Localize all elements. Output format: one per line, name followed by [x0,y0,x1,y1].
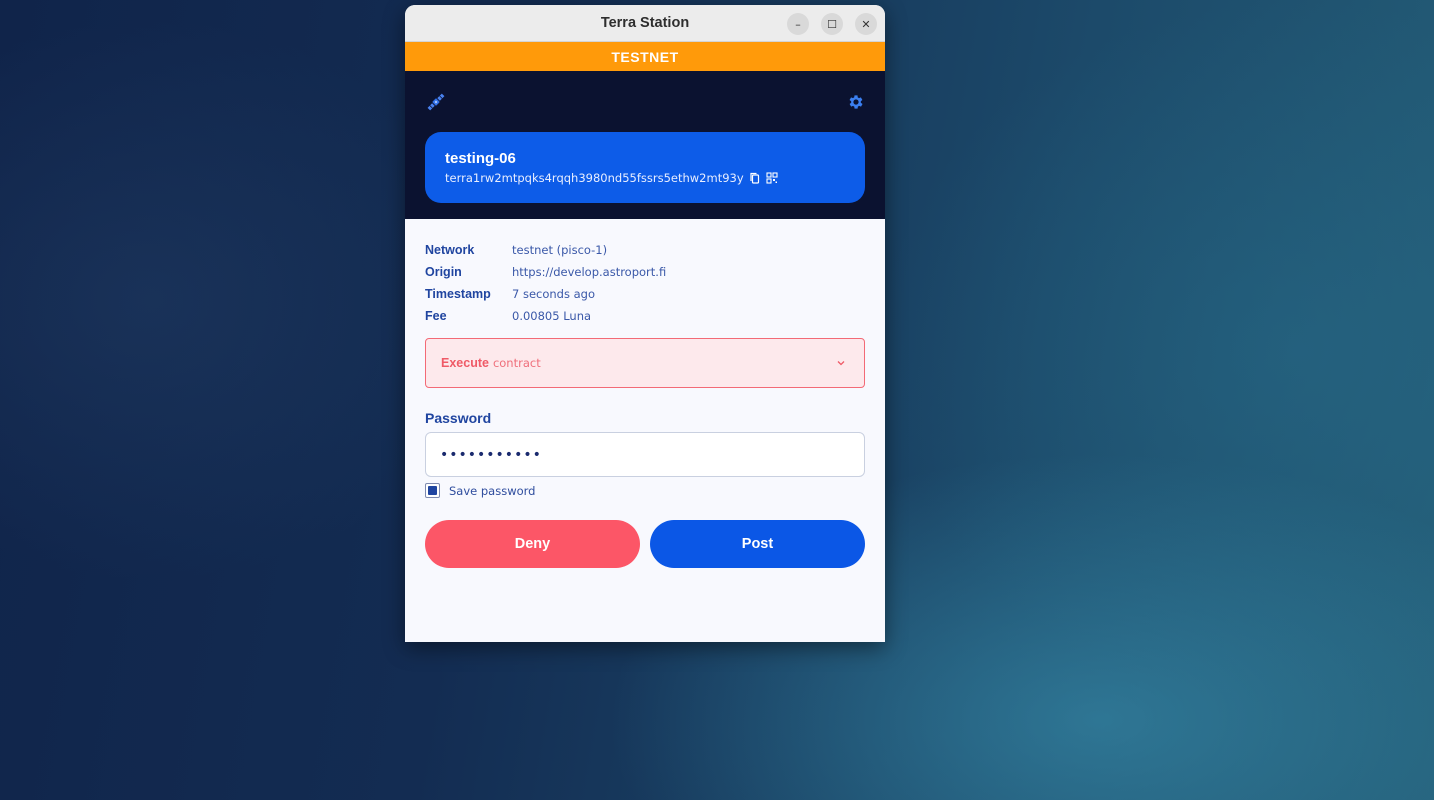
maximize-button[interactable]: ☐ [821,13,843,35]
wallet-address-row: terra1rw2mtpqks4rqqh3980nd55fssrs5ethw2m… [445,171,845,185]
tx-info-fee: Fee 0.00805 Luna [425,305,865,327]
minimize-button[interactable]: – [787,13,809,35]
wallet-header: testing-06 terra1rw2mtpqks4rqqh3980nd55f… [405,71,885,219]
wallet-name: testing-06 [445,150,516,167]
minimize-icon: – [795,17,801,31]
wallet-address: terra1rw2mtpqks4rqqh3980nd55fssrs5ethw2m… [445,171,744,185]
copy-icon[interactable] [749,172,761,184]
tx-info-list: Network testnet (pisco-1) Origin https:/… [425,239,865,327]
window-controls: – ☐ ✕ [787,13,877,35]
window-title: Terra Station [600,15,690,31]
origin-label: Origin [425,265,462,279]
deny-button[interactable]: Deny [425,520,640,568]
checkbox-check-mark [428,486,437,495]
gear-icon[interactable] [847,93,865,111]
network-banner: TESTNET [405,42,885,71]
password-input[interactable]: ••••••••••• [425,432,865,477]
title-bar[interactable]: Terra Station – ☐ ✕ [405,5,885,42]
close-button[interactable]: ✕ [855,13,877,35]
network-banner-label: TESTNET [611,48,679,65]
fee-label: Fee [425,309,447,323]
fee-value: 0.00805 Luna [512,309,592,323]
tx-info-timestamp: Timestamp 7 seconds ago [425,283,865,305]
save-password-checkbox[interactable] [425,483,440,498]
password-label: Password [425,410,492,426]
post-button[interactable]: Post [650,520,865,568]
message-type: Execute [441,356,489,370]
origin-value: https://develop.astroport.fi [512,265,667,279]
save-password-row: Save password [425,483,865,498]
timestamp-value: 7 seconds ago [512,287,596,301]
chevron-down-icon[interactable] [836,358,846,368]
close-icon: ✕ [861,17,871,31]
tx-content: Network testnet (pisco-1) Origin https:/… [405,219,885,568]
tx-info-network: Network testnet (pisco-1) [425,239,865,261]
terra-station-window: Terra Station – ☐ ✕ TESTNET testing-06 t… [405,5,885,642]
execute-contract-message[interactable]: Execute contract [425,338,865,388]
network-label: Network [425,243,475,257]
password-value: ••••••••••• [440,446,542,463]
qr-code-icon[interactable] [766,172,778,184]
network-value: testnet (pisco-1) [512,243,608,257]
action-buttons: Deny Post [425,520,865,568]
maximize-icon: ☐ [827,17,837,31]
timestamp-label: Timestamp [425,287,491,301]
message-subtitle: contract [492,356,541,370]
tx-info-origin: Origin https://develop.astroport.fi [425,261,865,283]
save-password-label[interactable]: Save password [449,484,535,498]
satellite-icon[interactable] [425,91,447,113]
wallet-card: testing-06 terra1rw2mtpqks4rqqh3980nd55f… [425,132,865,203]
